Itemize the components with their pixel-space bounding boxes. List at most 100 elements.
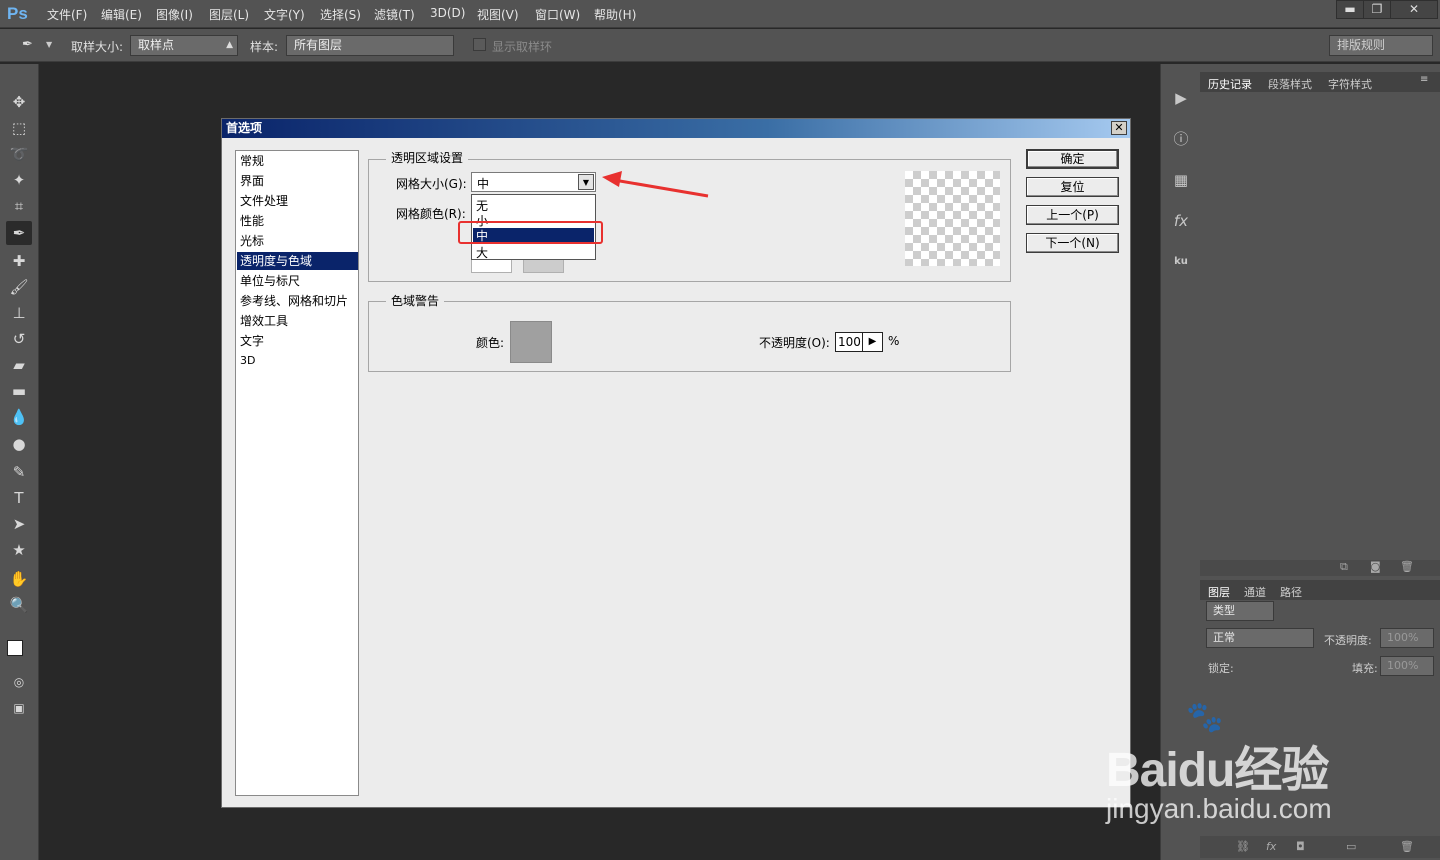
grid-color-swatch-light[interactable] — [471, 260, 512, 273]
blur-icon[interactable]: 💧 — [6, 405, 32, 429]
workspace-select[interactable]: 排版规则 — [1329, 35, 1433, 56]
next-button[interactable]: 下一个(N) — [1026, 233, 1119, 253]
menu-3d[interactable]: 3D(D) — [430, 6, 465, 20]
gamut-opacity-label: 不透明度(O): — [759, 336, 830, 350]
gamut-group-label: 色域警告 — [386, 292, 445, 309]
menu-help[interactable]: 帮助(H) — [594, 6, 636, 23]
menu-image[interactable]: 图像(I) — [156, 6, 193, 23]
menu-file[interactable]: 文件(F) — [47, 6, 87, 23]
quick-mask-icon[interactable]: ◎ — [6, 670, 32, 694]
dropdown-arrow-icon[interactable]: ▼ — [578, 174, 594, 190]
menu-window[interactable]: 窗口(W) — [535, 6, 580, 23]
restore-button[interactable]: ❐ — [1363, 0, 1391, 19]
ok-button[interactable]: 确定 — [1026, 149, 1119, 169]
lasso-icon[interactable]: ➰ — [6, 142, 32, 166]
close-window-button[interactable]: ✕ — [1390, 0, 1438, 19]
brush-icon[interactable]: 🖌 — [6, 275, 32, 299]
category-list: 常规 界面 文件处理 性能 光标 透明度与色域 单位与标尺 参考线、网格和切片 … — [235, 150, 359, 796]
camera-icon[interactable]: ◙ — [1370, 560, 1381, 573]
menu-layer[interactable]: 图层(L) — [209, 6, 249, 23]
grid-icon[interactable]: ▦ — [1169, 168, 1193, 192]
annotation-highlight-box — [458, 221, 603, 244]
menu-edit[interactable]: 编辑(E) — [101, 6, 142, 23]
menu-select[interactable]: 选择(S) — [320, 6, 361, 23]
folder-icon[interactable]: ▭ — [1346, 840, 1356, 853]
tab-paths[interactable]: 路径 — [1280, 584, 1302, 600]
slider-arrow-icon[interactable]: ▶ — [862, 333, 882, 351]
eyedropper-preset-icon[interactable]: ✒ — [22, 37, 40, 53]
grid-color-swatch-dark[interactable] — [523, 260, 564, 273]
gradient-icon[interactable]: ▬ — [6, 379, 32, 403]
category-guides-grid-slices[interactable]: 参考线、网格和切片 — [237, 292, 358, 310]
chevron-down-icon[interactable]: ▼ — [46, 40, 52, 49]
hand-icon[interactable]: ✋ — [6, 567, 32, 591]
blend-mode-select[interactable]: 正常 — [1206, 628, 1314, 648]
marquee-icon[interactable]: ⬚ — [6, 116, 32, 140]
history-brush-icon[interactable]: ↺ — [6, 327, 32, 351]
delete-layer-icon[interactable]: 🗑 — [1400, 840, 1414, 853]
zoom-icon[interactable]: 🔍 — [6, 593, 32, 617]
reset-button[interactable]: 复位 — [1026, 177, 1119, 197]
fill-field[interactable]: 100% — [1380, 656, 1434, 676]
sample-select[interactable]: 所有图层 — [286, 35, 454, 56]
close-icon[interactable]: ✕ — [1111, 121, 1127, 135]
path-selection-icon[interactable]: ➤ — [6, 512, 32, 536]
gamut-opacity-field[interactable]: 100 ▶ — [835, 332, 883, 352]
screen-mode-icon[interactable]: ▣ — [6, 696, 32, 720]
previous-button[interactable]: 上一个(P) — [1026, 205, 1119, 225]
category-type[interactable]: 文字 — [237, 332, 358, 350]
menu-view[interactable]: 视图(V) — [477, 6, 519, 23]
category-3d[interactable]: 3D — [237, 352, 358, 370]
opacity-field[interactable]: 100% — [1380, 628, 1434, 648]
category-cursors[interactable]: 光标 — [237, 232, 358, 250]
option-large[interactable]: 大 — [476, 244, 488, 261]
type-icon[interactable]: T — [6, 486, 32, 510]
category-performance[interactable]: 性能 — [237, 212, 358, 230]
shape-icon[interactable]: ★ — [6, 538, 32, 562]
gamut-color-swatch[interactable] — [510, 321, 552, 363]
fx-icon[interactable]: fx — [1169, 209, 1193, 233]
eyedropper-icon[interactable]: ✒ — [6, 221, 32, 245]
new-snapshot-icon[interactable]: ⧉ — [1340, 560, 1348, 574]
show-ring-checkbox[interactable] — [473, 38, 486, 51]
category-units-rulers[interactable]: 单位与标尺 — [237, 272, 358, 290]
grid-size-select[interactable]: 中 ▼ — [471, 172, 596, 192]
panel-menu-icon[interactable]: ≡ — [1420, 74, 1428, 85]
category-file-handling[interactable]: 文件处理 — [237, 192, 358, 210]
trash-icon[interactable]: 🗑 — [1400, 560, 1414, 573]
foreground-color-swatch[interactable] — [7, 640, 23, 656]
healing-brush-icon[interactable]: ✚ — [6, 249, 32, 273]
pen-icon[interactable]: ✎ — [6, 460, 32, 484]
move-icon[interactable]: ✥ — [6, 90, 32, 114]
menu-filter[interactable]: 滤镜(T) — [374, 6, 415, 23]
layers-panel-tabs: 图层 通道 路径 — [1200, 580, 1440, 600]
magic-wand-icon[interactable]: ✦ — [6, 168, 32, 192]
crop-icon[interactable]: ⌗ — [6, 194, 32, 218]
category-interface[interactable]: 界面 — [237, 172, 358, 190]
layer-fx-icon[interactable]: fx — [1266, 840, 1276, 853]
percent-sign: % — [888, 334, 900, 348]
dodge-icon[interactable]: ● — [6, 432, 32, 456]
sample-label: 样本: — [250, 40, 279, 54]
category-general[interactable]: 常规 — [237, 152, 358, 170]
category-transparency-gamut[interactable]: 透明度与色域 — [237, 252, 358, 270]
photoshop-logo: Ps — [7, 4, 28, 23]
minimize-button[interactable]: ▬ — [1336, 0, 1364, 19]
layers-panel-footer: ⛓ fx ◘ ▭ 🗑 — [1200, 836, 1440, 858]
tab-channels[interactable]: 通道 — [1244, 584, 1266, 600]
clone-stamp-icon[interactable]: ⊥ — [6, 301, 32, 325]
eraser-icon[interactable]: ▰ — [6, 353, 32, 377]
mask-icon[interactable]: ◘ — [1296, 840, 1305, 853]
play-icon[interactable]: ▶ — [1169, 86, 1193, 110]
ku-icon[interactable]: ku — [1169, 250, 1193, 274]
filter-kind-select[interactable]: 类型 — [1206, 601, 1274, 621]
tab-character-styles[interactable]: 字符样式 — [1328, 76, 1372, 92]
info-icon[interactable]: ⓘ — [1169, 127, 1193, 151]
link-icon[interactable]: ⛓ — [1236, 840, 1250, 853]
tab-paragraph-styles[interactable]: 段落样式 — [1268, 76, 1312, 92]
tab-layers[interactable]: 图层 — [1208, 584, 1230, 600]
tab-history[interactable]: 历史记录 — [1208, 76, 1252, 92]
sample-size-select[interactable]: 取样点 ▲ — [130, 35, 238, 56]
category-plugins[interactable]: 增效工具 — [237, 312, 358, 330]
menu-type[interactable]: 文字(Y) — [264, 6, 305, 23]
